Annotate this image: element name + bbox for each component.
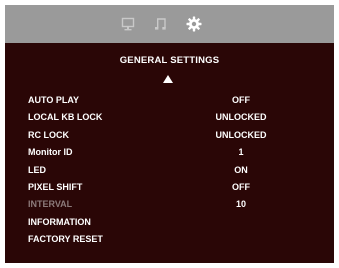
menu-item-label: Monitor ID: [28, 147, 73, 158]
menu-item-auto-play[interactable]: AUTO PLAY OFF: [5, 92, 334, 109]
tab-audio[interactable]: [151, 14, 171, 34]
menu-item-value: OFF: [232, 95, 250, 105]
menu-item-label: AUTO PLAY: [28, 95, 80, 105]
menu-item-label: RC LOCK: [28, 129, 69, 140]
menu-item-label: PIXEL SHIFT: [28, 181, 83, 192]
menu-item-value: UNLOCKED: [215, 112, 267, 123]
menu-item-led[interactable]: LED ON: [5, 162, 334, 179]
menu-item-label: LOCAL KB LOCK: [28, 112, 103, 123]
music-note-icon: [155, 18, 166, 30]
settings-menu: AUTO PLAY OFF LOCAL KB LOCK UNLOCKED RC …: [5, 92, 334, 249]
menu-item-value: 10: [235, 199, 246, 210]
osd-window: GENERAL SETTINGS AUTO PLAY OFF LOCAL KB …: [5, 5, 334, 263]
tab-bar: [5, 5, 334, 43]
menu-item-label: FACTORY RESET: [28, 234, 103, 245]
gear-icon: [186, 16, 202, 32]
menu-item-label: INTERVAL: [28, 199, 73, 210]
menu-item-local-kb-lock[interactable]: LOCAL KB LOCK UNLOCKED: [5, 109, 334, 126]
monitor-icon: [121, 17, 135, 31]
menu-item-interval: INTERVAL 10: [5, 196, 334, 213]
menu-item-label: LED: [28, 164, 46, 175]
tab-general-settings[interactable]: [184, 14, 204, 34]
menu-item-rc-lock[interactable]: RC LOCK UNLOCKED: [5, 127, 334, 144]
menu-item-information[interactable]: INFORMATION: [5, 214, 334, 231]
menu-item-monitor-id[interactable]: Monitor ID 1: [5, 144, 334, 161]
tab-display[interactable]: [118, 14, 138, 34]
menu-item-pixel-shift[interactable]: PIXEL SHIFT OFF: [5, 179, 334, 196]
menu-item-value: UNLOCKED: [215, 129, 267, 140]
triangle-up-icon[interactable]: [163, 75, 173, 83]
menu-item-value: 1: [238, 147, 244, 158]
menu-item-factory-reset[interactable]: FACTORY RESET: [5, 231, 334, 248]
menu-item-label: INFORMATION: [28, 216, 91, 227]
menu-item-value: ON: [234, 164, 248, 175]
menu-item-value: OFF: [232, 181, 250, 192]
menu-title: GENERAL SETTINGS: [119, 55, 220, 66]
